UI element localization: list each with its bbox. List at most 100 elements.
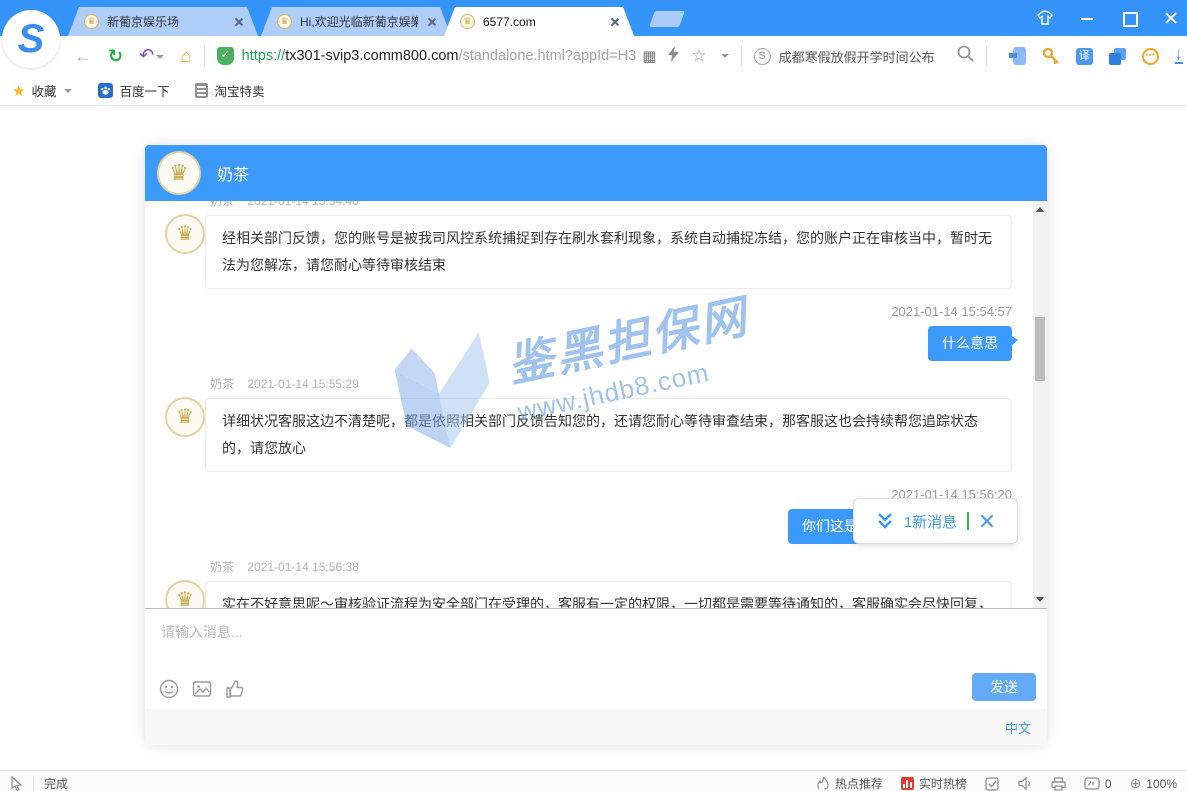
message-meta: 奶茶 2021-01-14 15:56:38 bbox=[210, 558, 1033, 575]
page-check-button[interactable] bbox=[985, 777, 1000, 791]
message-bubble: 什么意思 bbox=[928, 326, 1012, 361]
more-menu-icon[interactable]: ⋯ bbox=[1142, 48, 1159, 65]
tab-welcome[interactable]: ♛ Hi,欢迎光临新葡京娱樂場 bbox=[261, 7, 451, 36]
timestamp: 2021-01-14 15:55:29 bbox=[247, 377, 358, 391]
chevron-down-icon bbox=[64, 89, 72, 93]
zoom-level: 100% bbox=[1146, 777, 1177, 791]
agent-message: 奶茶 2021-01-14 15:55:29 ♛ 详细状况客服这边不清楚呢，都是… bbox=[145, 375, 1033, 472]
lightning-icon[interactable] bbox=[668, 46, 679, 67]
screenshot-button[interactable] bbox=[1051, 777, 1066, 791]
search-box[interactable]: S 成都寒假放假开学时间公布 bbox=[754, 45, 974, 67]
skin-theme-icon[interactable] bbox=[1037, 10, 1053, 26]
new-message-popup[interactable]: 1新消息 bbox=[853, 498, 1018, 544]
search-suggestion-text[interactable]: 成都寒假放假开学时间公布 bbox=[779, 47, 935, 66]
tab-close-icon[interactable] bbox=[426, 17, 436, 27]
status-left: 完成 bbox=[10, 775, 68, 791]
status-right: 热点推荐 实时热榜 bbox=[816, 775, 1177, 791]
red-chart-icon bbox=[901, 777, 914, 790]
home-icon[interactable]: ⌂ bbox=[180, 47, 191, 66]
back-icon[interactable]: ← bbox=[74, 47, 92, 65]
agent-message: 奶茶 2021-01-14 15:56:38 ♛ 实在不好意思呢～审核验证流程为… bbox=[145, 558, 1033, 608]
dismiss-notification-icon[interactable] bbox=[979, 513, 995, 529]
crown-icon: ♛ bbox=[176, 224, 194, 244]
download-icon[interactable]: ↓ bbox=[1175, 48, 1183, 64]
tab-close-icon[interactable] bbox=[233, 17, 243, 27]
emoji-icon[interactable] bbox=[159, 679, 179, 699]
minimize-icon[interactable] bbox=[1079, 10, 1095, 26]
scroll-up-icon[interactable] bbox=[1036, 207, 1044, 212]
qr-code-icon[interactable]: ▦ bbox=[642, 47, 656, 65]
favorite-star-icon[interactable]: ☆ bbox=[691, 46, 706, 66]
maximize-icon[interactable] bbox=[1121, 10, 1137, 26]
close-window-icon[interactable] bbox=[1163, 10, 1179, 26]
tab-collection-icon[interactable] bbox=[1109, 48, 1126, 65]
message-input[interactable] bbox=[145, 609, 1047, 669]
chevron-down-icon[interactable] bbox=[721, 54, 729, 58]
scrollbar-thumb[interactable] bbox=[1035, 317, 1045, 381]
divider bbox=[204, 46, 205, 66]
tab-6577[interactable]: ♛ 6577.com bbox=[444, 7, 634, 36]
message-meta: 奶茶 2021-01-14 15:54:40 bbox=[210, 201, 1033, 209]
search-magnifier-icon[interactable] bbox=[957, 45, 974, 67]
bookmarks-bar: ★ 收藏 百度一下 淘宝特卖 bbox=[0, 76, 1187, 106]
address-bar[interactable]: ✓ https://tx301-svip3.comm800.com/standa… bbox=[217, 47, 637, 65]
sound-button[interactable] bbox=[1018, 777, 1033, 790]
crown-icon: ♛ bbox=[169, 162, 189, 184]
thumbs-up-icon[interactable] bbox=[225, 679, 245, 699]
bookmark-taobao[interactable]: 淘宝特卖 bbox=[195, 81, 264, 100]
url-host: tx301-svip3.comm800.com bbox=[285, 48, 458, 64]
hot-recommend-label: 热点推荐 bbox=[835, 775, 883, 791]
adblock-counter[interactable]: 0 bbox=[1084, 777, 1112, 791]
image-upload-icon[interactable] bbox=[192, 679, 212, 699]
chat-scrollbar[interactable] bbox=[1033, 201, 1047, 608]
hot-recommend-button[interactable]: 热点推荐 bbox=[816, 775, 883, 791]
zoom-control[interactable]: ⊕ 100% bbox=[1130, 775, 1177, 791]
page-url: https://tx301-svip3.comm800.com/standalo… bbox=[242, 48, 637, 64]
divider bbox=[967, 512, 969, 530]
undo-dropdown[interactable]: ↶ bbox=[139, 46, 164, 66]
message-bubble: 详细状况客服这边不清楚呢，都是依照相关部门反馈告知您的，还请您耐心等待审查结束，… bbox=[205, 398, 1012, 472]
timestamp: 2021-01-14 15:54:40 bbox=[247, 201, 358, 208]
printer-icon bbox=[1051, 777, 1066, 791]
double-chevron-down-icon bbox=[876, 512, 894, 530]
scroll-down-icon[interactable] bbox=[1036, 597, 1044, 602]
load-status-text: 完成 bbox=[44, 775, 68, 791]
agent-avatar: ♛ bbox=[165, 214, 205, 254]
refresh-icon[interactable]: ↻ bbox=[108, 47, 123, 65]
send-button[interactable]: 发送 bbox=[972, 673, 1036, 701]
tab-xinpujing[interactable]: ♛ 新葡京娱乐场 bbox=[68, 7, 258, 36]
agent-avatar: ♛ bbox=[165, 580, 205, 608]
user-message: 什么意思 bbox=[145, 326, 1012, 361]
crown-icon: ♛ bbox=[176, 590, 194, 608]
sogou-browser-logo[interactable]: S bbox=[2, 10, 60, 68]
agent-message: 奶茶 2021-01-14 15:54:40 ♛ 经相关部门反馈，您的账号是被我… bbox=[145, 201, 1033, 289]
tab-favicon-crown-icon: ♛ bbox=[277, 14, 292, 29]
tab-close-icon[interactable] bbox=[609, 17, 619, 27]
new-tab-button[interactable] bbox=[649, 11, 685, 27]
window-controls bbox=[1037, 0, 1179, 36]
flame-icon bbox=[816, 777, 830, 790]
translate-icon[interactable]: 译 bbox=[1076, 48, 1093, 65]
favorites-label: 收藏 bbox=[31, 81, 56, 100]
password-key-icon[interactable] bbox=[1042, 47, 1060, 65]
url-path: /standalone.html?appId=H3 bbox=[458, 48, 636, 64]
security-shield-icon[interactable]: ✓ bbox=[217, 47, 234, 65]
favorites-menu[interactable]: ★ 收藏 bbox=[12, 81, 72, 100]
chat-footer: 中文 bbox=[145, 709, 1047, 745]
sender-name: 奶茶 bbox=[210, 560, 234, 574]
address-bar-actions: ▦ ☆ bbox=[642, 46, 728, 67]
sender-name: 奶茶 bbox=[210, 201, 234, 208]
timestamp: 2021-01-14 15:54:57 bbox=[145, 304, 1012, 319]
divider bbox=[33, 777, 34, 791]
trending-button[interactable]: 实时热榜 bbox=[901, 775, 967, 791]
agent-name: 奶茶 bbox=[217, 161, 249, 185]
new-message-label[interactable]: 1新消息 bbox=[904, 511, 957, 532]
phone-sync-icon[interactable] bbox=[1013, 47, 1026, 65]
toolbar-extensions: 译 ⋯ ↓ bbox=[1013, 47, 1183, 65]
undo-icon[interactable]: ↶ bbox=[139, 45, 154, 65]
bookmark-baidu[interactable]: 百度一下 bbox=[98, 81, 169, 100]
tab-favicon-crown-icon: ♛ bbox=[460, 14, 475, 29]
language-switch-link[interactable]: 中文 bbox=[1005, 718, 1031, 737]
composer-tools bbox=[159, 679, 245, 699]
timestamp: 2021-01-14 15:56:38 bbox=[247, 560, 358, 574]
